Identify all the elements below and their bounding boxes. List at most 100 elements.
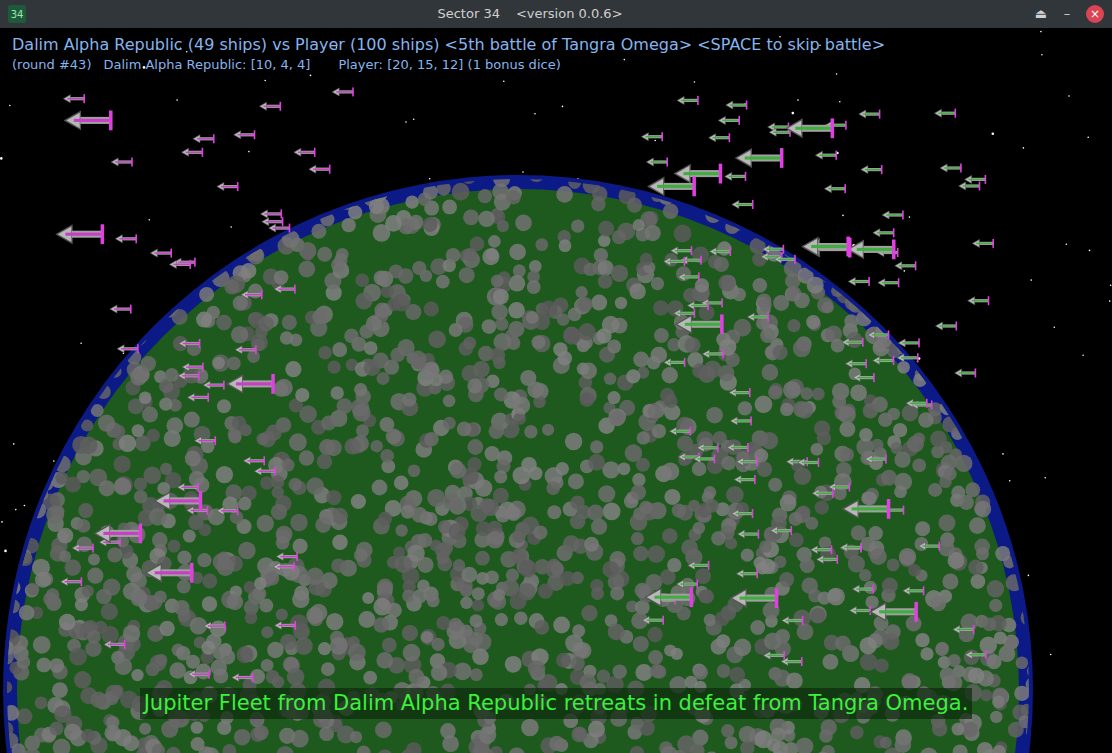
- ship: [848, 277, 870, 286]
- ship: [843, 499, 891, 519]
- ship: [677, 580, 699, 589]
- ship: [110, 305, 132, 314]
- ship: [730, 416, 752, 425]
- planet: [0, 166, 1041, 753]
- ship: [235, 345, 257, 354]
- window-buttons: ⏏–×: [1034, 4, 1104, 24]
- ship: [850, 606, 872, 615]
- ship: [859, 110, 881, 119]
- ship: [972, 239, 994, 248]
- ship: [729, 388, 751, 397]
- ship: [737, 457, 759, 466]
- ship: [117, 344, 139, 353]
- ship: [811, 545, 833, 554]
- ship: [274, 285, 296, 294]
- window-title: Sector 34 <version 0.0.6>: [26, 4, 1034, 24]
- ship: [694, 454, 716, 463]
- ship: [111, 158, 133, 167]
- ship: [697, 443, 719, 452]
- ship: [840, 544, 862, 553]
- ship: [178, 371, 200, 380]
- ship: [254, 467, 276, 476]
- ship: [845, 359, 867, 368]
- ship: [763, 651, 785, 660]
- ship: [782, 616, 804, 625]
- round-label: (round #43): [12, 56, 91, 74]
- ship: [731, 588, 779, 608]
- ship: [115, 234, 137, 243]
- ship: [734, 475, 756, 484]
- ship: [861, 165, 883, 174]
- ship: [169, 260, 191, 269]
- ship: [188, 670, 210, 679]
- ship: [243, 456, 265, 465]
- ship: [959, 182, 981, 191]
- ship: [781, 657, 803, 666]
- ship: [771, 526, 793, 535]
- ship: [935, 109, 957, 118]
- ship: [664, 257, 686, 266]
- ship: [911, 401, 933, 410]
- player-dice: Player: [20, 15, 12] (1 bonus dice): [338, 56, 560, 74]
- ship: [72, 544, 94, 553]
- ship: [824, 184, 846, 193]
- ship: [227, 374, 275, 394]
- ship: [57, 224, 105, 244]
- ship: [95, 524, 143, 544]
- ship: [906, 399, 928, 408]
- ship: [646, 158, 668, 167]
- battle-scene: [0, 28, 1112, 753]
- ship: [146, 563, 194, 583]
- ship: [936, 322, 958, 331]
- ship: [747, 312, 769, 321]
- ship: [269, 224, 291, 233]
- ship: [678, 272, 700, 281]
- ship: [182, 148, 204, 157]
- eject-button[interactable]: ⏏: [1034, 4, 1048, 24]
- ship: [726, 101, 748, 110]
- ship: [187, 506, 209, 515]
- ship: [232, 673, 254, 682]
- title-text: Sector 34: [437, 4, 499, 24]
- ship: [919, 542, 941, 551]
- ship: [63, 94, 85, 103]
- minimize-button[interactable]: –: [1060, 4, 1074, 24]
- ship: [732, 509, 754, 518]
- ship: [852, 585, 874, 594]
- ship: [174, 258, 196, 267]
- ship: [217, 506, 239, 515]
- ship: [275, 621, 297, 630]
- ship: [868, 330, 890, 339]
- ship: [829, 482, 851, 491]
- ship: [671, 246, 693, 255]
- ship: [898, 338, 920, 347]
- ship: [812, 489, 834, 498]
- ship: [732, 200, 754, 209]
- ship: [787, 118, 835, 138]
- ship: [709, 133, 731, 142]
- ship: [840, 543, 862, 552]
- ship: [687, 301, 709, 310]
- ship: [648, 177, 696, 197]
- ship: [878, 278, 900, 287]
- battle-headline: Dalim Alpha Republic (49 ships) vs Playe…: [12, 34, 885, 56]
- ship: [675, 164, 723, 184]
- ship: [182, 363, 204, 372]
- ship: [177, 483, 199, 492]
- fleet: [641, 96, 994, 666]
- ship: [802, 237, 850, 257]
- ship: [179, 339, 201, 348]
- enemy-dice: Dalim Alpha Republic: [10, 4, 4]: [103, 56, 310, 74]
- ship: [965, 175, 987, 184]
- ship: [882, 211, 904, 220]
- version-text: <version 0.0.6>: [516, 4, 623, 24]
- ship: [718, 116, 740, 125]
- close-button[interactable]: ×: [1086, 5, 1104, 23]
- message-bar: Jupiter Fleet from Dalim Alpha Republic …: [0, 688, 1112, 720]
- ship: [798, 458, 820, 467]
- ship: [276, 552, 298, 561]
- ship: [873, 356, 895, 365]
- ship: [332, 87, 354, 96]
- ship: [853, 373, 875, 382]
- ship: [736, 569, 758, 578]
